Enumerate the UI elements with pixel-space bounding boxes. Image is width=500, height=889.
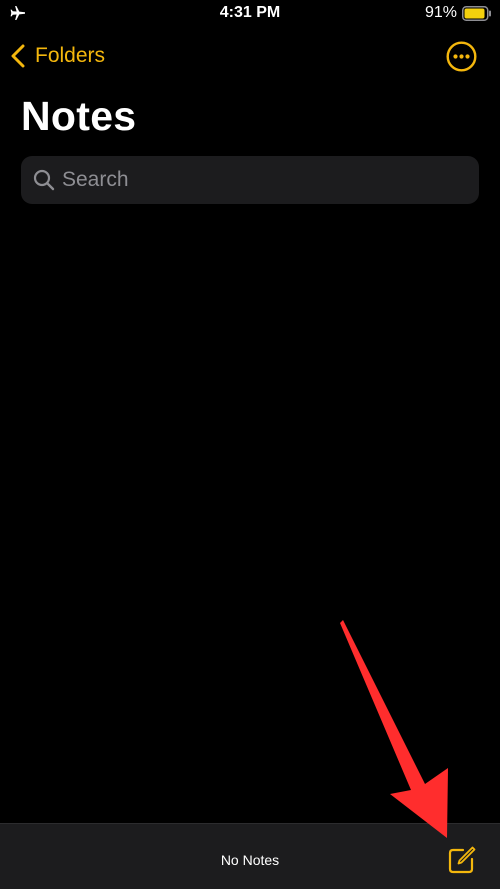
ellipsis-circle-icon[interactable] xyxy=(446,41,477,72)
chevron-left-icon xyxy=(11,44,25,68)
battery-percentage: 91% xyxy=(424,4,457,21)
compose-icon[interactable] xyxy=(447,845,477,875)
search-input[interactable] xyxy=(62,168,442,192)
battery-icon xyxy=(462,6,491,21)
bottom-toolbar: No Notes xyxy=(0,823,500,889)
note-count-label: No Notes xyxy=(220,852,280,868)
search-icon xyxy=(33,169,55,191)
status-bar: 4:31 PM 91% xyxy=(0,0,500,28)
search-bar[interactable] xyxy=(21,156,479,204)
back-button-label: Folders xyxy=(35,44,106,67)
page-title: Notes xyxy=(21,93,137,139)
back-to-folders-button[interactable]: Folders xyxy=(10,40,105,72)
